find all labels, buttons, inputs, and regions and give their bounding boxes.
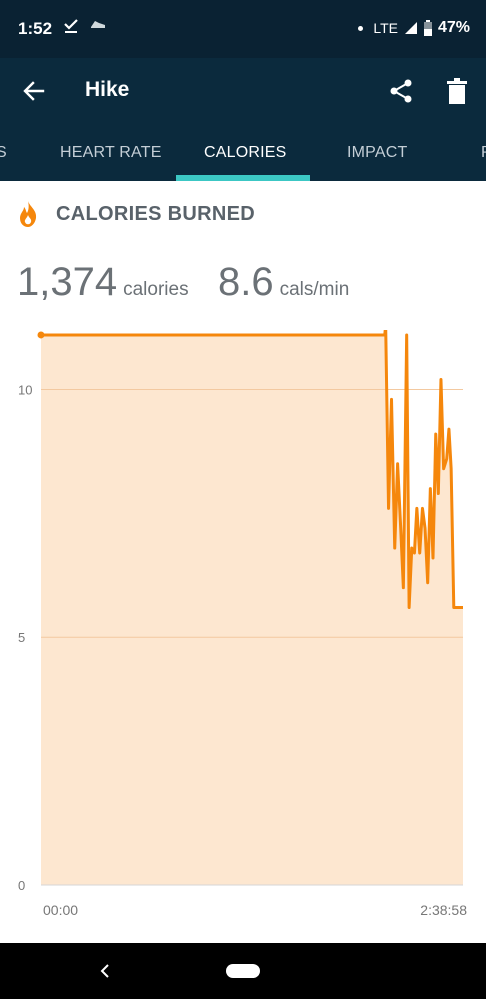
battery-percent: 47% <box>437 19 470 36</box>
app-bar: Hike <box>0 58 486 124</box>
y-tick-label: 0 <box>18 878 25 893</box>
status-time: 1:52 <box>18 19 53 38</box>
trash-icon[interactable] <box>446 78 468 104</box>
calories-unit: calories <box>123 279 189 300</box>
signal-icon <box>404 22 417 34</box>
system-nav-bar <box>0 943 486 999</box>
section-title: CALORIES BURNED <box>56 203 255 225</box>
start-point <box>37 331 45 339</box>
rate-unit: cals/min <box>279 279 350 300</box>
network-label: LTE <box>373 20 398 36</box>
calories-value: 1,374 <box>17 260 118 304</box>
home-pill[interactable] <box>226 964 260 978</box>
tab-impact[interactable]: IMPACT <box>347 144 407 162</box>
calories-chart: 0 5 10 00:00 2:38:58 <box>18 330 467 918</box>
share-icon[interactable] <box>389 78 413 104</box>
tab-bar: S HEART RATE CALORIES IMPACT P <box>0 124 486 181</box>
back-arrow-icon[interactable] <box>22 79 46 103</box>
page-title: Hike <box>85 78 130 101</box>
x-tick-label-start: 00:00 <box>43 902 78 918</box>
tab-heart-rate[interactable]: HEART RATE <box>60 144 162 162</box>
y-tick-label: 10 <box>18 382 32 397</box>
flame-icon <box>20 201 37 227</box>
dot-indicator <box>358 25 364 31</box>
area-fill <box>41 330 463 885</box>
battery-icon <box>423 20 432 36</box>
calories-stat: 1,374 calories <box>17 260 189 305</box>
tab-calories[interactable]: CALORIES <box>204 144 287 162</box>
y-tick-label: 5 <box>18 630 25 645</box>
tab-summary[interactable]: S <box>0 144 7 162</box>
shoe-icon <box>91 21 105 28</box>
tab-pace[interactable]: P <box>481 144 486 162</box>
rate-stat: 8.6 cals/min <box>218 260 349 305</box>
nav-back-icon[interactable] <box>98 962 112 980</box>
status-bar: 1:52 LTE 47% <box>0 0 486 58</box>
status-right: LTE 47% <box>358 19 470 37</box>
x-tick-label-end: 2:38:58 <box>420 902 467 918</box>
download-done-icon <box>64 19 78 33</box>
rate-value: 8.6 <box>218 260 274 304</box>
active-tab-indicator <box>176 175 310 181</box>
